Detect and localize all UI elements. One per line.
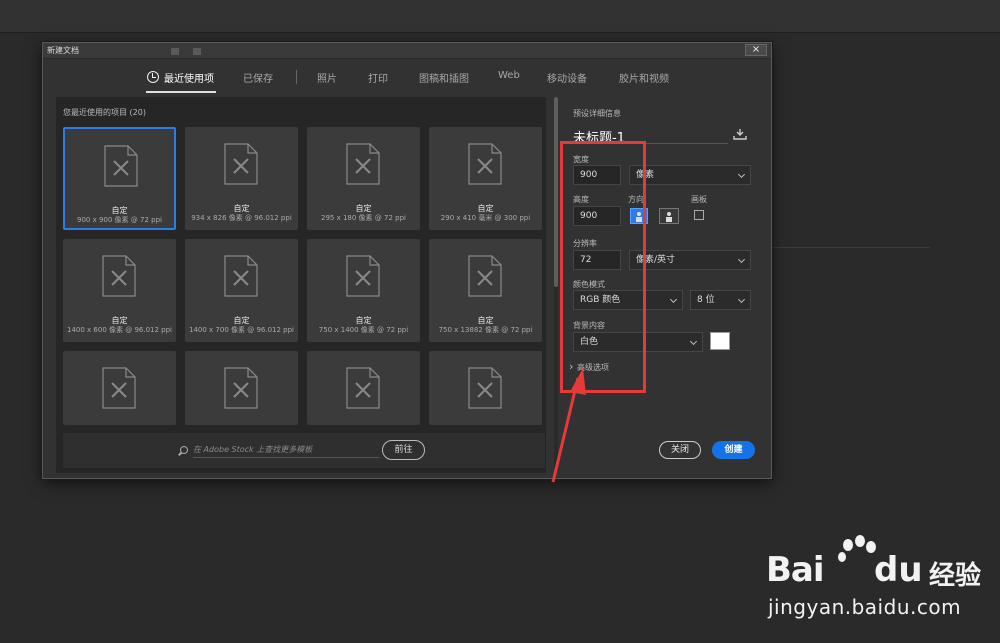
- preset-details-label: 预设详细信息: [573, 109, 621, 118]
- active-tab-indicator: [146, 91, 216, 93]
- preset-card[interactable]: 自定 290 x 410 毫米 @ 300 ppi: [429, 127, 542, 230]
- recent-heading: 您最近使用的项目 (20): [63, 108, 146, 117]
- watermark-jingyan: 经验: [929, 561, 982, 591]
- tab-recent[interactable]: 最近使用项: [164, 70, 214, 85]
- preset-size: 934 x 826 像素 @ 96.012 ppi: [191, 214, 292, 222]
- chevron-down-icon: [737, 255, 746, 264]
- document-icon: [104, 145, 138, 187]
- close-button[interactable]: 关闭: [659, 441, 701, 459]
- recent-presets-panel: 您最近使用的项目 (20) 自定 900 x 900 像素 @ 72 ppi 自…: [56, 97, 546, 473]
- document-icon: [346, 255, 380, 297]
- artboard-checkbox[interactable]: [694, 210, 704, 220]
- new-document-dialog: 新建文档 × 最近使用项 已保存 照片 打印 图稿和插图 Web 移动设备 胶片…: [42, 42, 772, 479]
- tab-print[interactable]: 打印: [368, 70, 388, 85]
- preset-card[interactable]: 自定 1400 x 700 像素 @ 96.012 ppi: [185, 239, 298, 342]
- tab-web[interactable]: Web: [498, 70, 520, 81]
- document-icon: [346, 143, 380, 185]
- search-icon: [180, 446, 188, 454]
- dialog-title-bar[interactable]: 新建文档 ×: [43, 43, 771, 59]
- tab-divider: [296, 70, 297, 84]
- document-icon: [346, 367, 380, 409]
- document-icon: [102, 367, 136, 409]
- document-icon: [224, 367, 258, 409]
- document-icon: [224, 143, 258, 185]
- watermark-brand: Bai: [766, 550, 825, 590]
- preset-card[interactable]: [307, 351, 420, 425]
- tab-art-illustration[interactable]: 图稿和插图: [419, 70, 469, 85]
- preset-size: 290 x 410 毫米 @ 300 ppi: [440, 214, 531, 222]
- document-icon: [468, 255, 502, 297]
- preset-size: 750 x 13882 像素 @ 72 ppi: [438, 326, 533, 334]
- preset-card[interactable]: 自定 934 x 826 像素 @ 96.012 ppi: [185, 127, 298, 230]
- preset-size: 295 x 180 像素 @ 72 ppi: [321, 214, 406, 222]
- tab-mobile[interactable]: 移动设备: [547, 70, 587, 85]
- grid-scrollbar[interactable]: [554, 97, 558, 469]
- tab-film-video[interactable]: 胶片和视频: [619, 70, 669, 85]
- document-icon: [224, 255, 258, 297]
- preset-card[interactable]: [63, 351, 176, 425]
- preset-size: 750 x 1400 像素 @ 72 ppi: [318, 326, 409, 334]
- preset-card[interactable]: [429, 351, 542, 425]
- artboard-label: 画板: [691, 195, 707, 204]
- resolution-unit-select[interactable]: 像素/英寸: [629, 250, 751, 270]
- preset-card[interactable]: 自定 750 x 13882 像素 @ 72 ppi: [429, 239, 542, 342]
- preset-card[interactable]: 自定 1400 x 600 像素 @ 96.012 ppi: [63, 239, 176, 342]
- create-button[interactable]: 创建: [712, 441, 755, 459]
- canvas-divider: [772, 247, 930, 248]
- landscape-orientation-icon[interactable]: [659, 208, 679, 224]
- preset-card[interactable]: 自定 295 x 180 像素 @ 72 ppi: [307, 127, 420, 230]
- chevron-down-icon: [737, 170, 746, 179]
- baidu-watermark: Bai du 经验 jingyan.baidu.com: [766, 535, 996, 630]
- go-button[interactable]: 前往: [382, 440, 425, 460]
- app-top-bar: [0, 0, 1000, 33]
- preset-card[interactable]: 自定 900 x 900 像素 @ 72 ppi: [63, 127, 176, 230]
- bit-depth-select[interactable]: 8 位: [690, 290, 751, 310]
- preset-size: 1400 x 600 像素 @ 96.012 ppi: [67, 326, 172, 334]
- background-color-swatch[interactable]: [710, 332, 730, 350]
- scroll-thumb[interactable]: [554, 97, 558, 287]
- preset-card[interactable]: 自定 750 x 1400 像素 @ 72 ppi: [307, 239, 420, 342]
- preset-tabs: 最近使用项 已保存 照片 打印 图稿和插图 Web 移动设备 胶片和视频: [43, 61, 771, 95]
- chevron-down-icon: [669, 295, 678, 304]
- preset-card[interactable]: [185, 351, 298, 425]
- tab-photo[interactable]: 照片: [317, 70, 337, 85]
- preset-size: 900 x 900 像素 @ 72 ppi: [77, 216, 162, 224]
- document-icon: [468, 367, 502, 409]
- title-bar-mark: [171, 48, 179, 55]
- width-unit-select[interactable]: 像素: [629, 165, 751, 185]
- watermark-url: jingyan.baidu.com: [768, 595, 962, 619]
- dialog-title: 新建文档: [47, 46, 79, 55]
- clock-icon: [147, 71, 159, 83]
- dialog-close-icon[interactable]: ×: [745, 44, 767, 56]
- save-preset-icon[interactable]: [733, 128, 747, 140]
- chevron-down-icon: [737, 295, 746, 304]
- stock-search-bar: 前往: [63, 433, 545, 468]
- watermark-brand-du: du: [874, 550, 923, 590]
- document-icon: [468, 143, 502, 185]
- tab-saved[interactable]: 已保存: [243, 70, 273, 85]
- title-bar-mark: [193, 48, 201, 55]
- chevron-down-icon: [689, 337, 698, 346]
- highlight-box: [560, 141, 646, 393]
- bit-depth-value: 8 位: [697, 295, 715, 305]
- stock-search-input[interactable]: [193, 442, 379, 458]
- preset-size: 1400 x 700 像素 @ 96.012 ppi: [189, 326, 294, 334]
- document-icon: [102, 255, 136, 297]
